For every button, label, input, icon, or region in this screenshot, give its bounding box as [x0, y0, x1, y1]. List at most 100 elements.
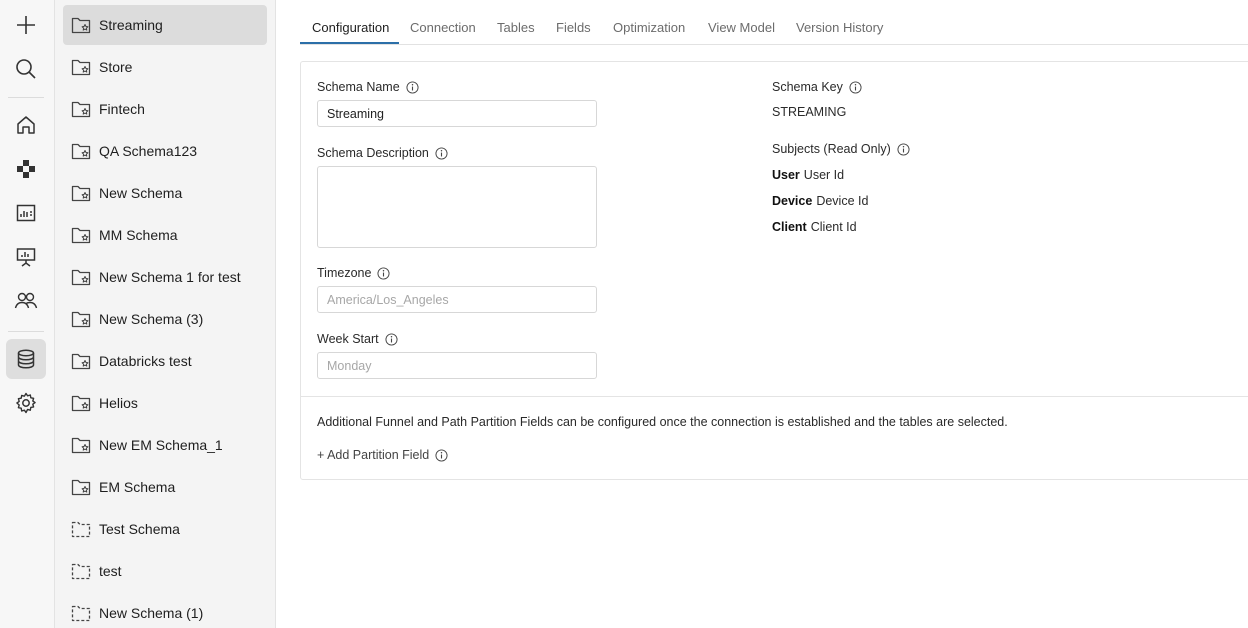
schema-list-item-label: New EM Schema_1 — [99, 437, 223, 453]
timezone-label-text: Timezone — [317, 266, 372, 280]
schema-list-item-label: Test Schema — [99, 521, 180, 537]
timezone-label: Timezone — [317, 266, 390, 280]
add-partition-field-label: + Add Partition Field — [317, 448, 430, 462]
schema-list-item[interactable]: Helios — [63, 383, 267, 423]
folder-star-icon — [71, 477, 91, 497]
users-icon[interactable] — [6, 281, 46, 321]
schema-list-item-label: MM Schema — [99, 227, 178, 243]
schema-list-item[interactable]: MM Schema — [63, 215, 267, 255]
schema-name-label-text: Schema Name — [317, 80, 400, 94]
schema-list-item-label: test — [99, 563, 122, 579]
subject-name: Device — [772, 194, 813, 208]
tab-version-history[interactable]: Version History — [796, 20, 883, 35]
timezone-input[interactable]: America/Los_Angeles — [317, 286, 597, 313]
folder-star-icon — [71, 141, 91, 161]
schema-name-input[interactable]: Streaming — [317, 100, 597, 127]
rail-divider — [8, 331, 44, 332]
schema-list-item[interactable]: Test Schema — [63, 509, 267, 549]
info-icon[interactable] — [377, 266, 390, 280]
schema-list-item[interactable]: Streaming — [63, 5, 267, 45]
schema-name-label: Schema Name — [317, 80, 419, 94]
schema-key-value: STREAMING — [772, 105, 847, 119]
dashboard-icon[interactable] — [6, 193, 46, 233]
schema-list-item[interactable]: New EM Schema_1 — [63, 425, 267, 465]
subjects-label-text: Subjects (Read Only) — [772, 142, 891, 156]
configuration-panel: Schema Name Streaming Schema Description… — [300, 61, 1248, 480]
schema-list-item-label: Databricks test — [99, 353, 192, 369]
subject-row: User User Id — [772, 168, 844, 182]
schema-key-label-text: Schema Key — [772, 80, 843, 94]
folder-star-icon — [71, 57, 91, 77]
subjects-label: Subjects (Read Only) — [772, 142, 910, 156]
schema-list-item-label: Fintech — [99, 101, 145, 117]
presentation-icon[interactable] — [6, 237, 46, 277]
tab-bar: Configuration Connection Tables Fields O… — [300, 0, 1248, 45]
schema-list-item-label: Helios — [99, 395, 138, 411]
schema-description-textarea[interactable] — [317, 166, 597, 248]
tab-view-model[interactable]: View Model — [708, 20, 775, 35]
info-icon[interactable] — [849, 80, 862, 94]
week-start-label: Week Start — [317, 332, 398, 346]
info-icon[interactable] — [897, 142, 910, 156]
tab-configuration[interactable]: Configuration — [312, 20, 389, 35]
subject-row: Client Client Id — [772, 220, 857, 234]
rail-divider — [8, 97, 44, 98]
subject-name: User — [772, 168, 800, 182]
schema-list-item-label: New Schema (1) — [99, 605, 204, 621]
folder-star-icon — [71, 435, 91, 455]
week-start-label-text: Week Start — [317, 332, 379, 346]
schema-description-label: Schema Description — [317, 146, 448, 160]
subject-id: Client Id — [810, 220, 857, 234]
folder-star-icon — [71, 99, 91, 119]
folder-dashed-icon — [71, 603, 91, 623]
plus-icon[interactable] — [6, 5, 46, 45]
subject-row: Device Device Id — [772, 194, 868, 208]
subject-name: Client — [772, 220, 807, 234]
icon-rail — [0, 0, 55, 628]
schema-list-item-label: Streaming — [99, 17, 163, 33]
folder-star-icon — [71, 309, 91, 329]
schema-list-item[interactable]: QA Schema123 — [63, 131, 267, 171]
add-partition-field-button[interactable]: + Add Partition Field — [317, 448, 448, 462]
schema-list-item[interactable]: Store — [63, 47, 267, 87]
schema-list-item[interactable]: New Schema (3) — [63, 299, 267, 339]
schema-list-item[interactable]: New Schema 1 for test — [63, 257, 267, 297]
folder-star-icon — [71, 351, 91, 371]
week-start-input[interactable]: Monday — [317, 352, 597, 379]
schema-list-item[interactable]: test — [63, 551, 267, 591]
active-tab-indicator — [300, 42, 399, 44]
info-icon[interactable] — [406, 80, 419, 94]
schema-list-item-label: New Schema — [99, 185, 183, 201]
tab-fields[interactable]: Fields — [556, 20, 591, 35]
schema-list-item[interactable]: Databricks test — [63, 341, 267, 381]
tab-optimization[interactable]: Optimization — [613, 20, 685, 35]
tab-connection[interactable]: Connection — [410, 20, 476, 35]
search-icon[interactable] — [6, 49, 46, 89]
schema-list-item[interactable]: New Schema — [63, 173, 267, 213]
folder-star-icon — [71, 15, 91, 35]
schema-list-item[interactable]: EM Schema — [63, 467, 267, 507]
info-icon[interactable] — [435, 448, 448, 462]
schema-list-item[interactable]: New Schema (1) — [63, 593, 267, 628]
folder-star-icon — [71, 225, 91, 245]
tab-tables[interactable]: Tables — [497, 20, 535, 35]
info-icon[interactable] — [435, 146, 448, 160]
panel-divider — [301, 396, 1248, 397]
home-icon[interactable] — [6, 105, 46, 145]
folder-dashed-icon — [71, 561, 91, 581]
database-icon[interactable] — [6, 339, 46, 379]
schema-list-item-label: New Schema (3) — [99, 311, 204, 327]
grid-icon[interactable] — [6, 149, 46, 189]
folder-star-icon — [71, 393, 91, 413]
schema-list-item[interactable]: Fintech — [63, 89, 267, 129]
schema-list: Streaming Store Fintech QA Schema123 New Sch… — [55, 0, 276, 628]
schema-description-label-text: Schema Description — [317, 146, 429, 160]
gear-icon[interactable] — [6, 383, 46, 423]
info-icon[interactable] — [385, 332, 398, 346]
schema-list-item-label: New Schema 1 for test — [99, 269, 241, 285]
schema-list-item-label: Store — [99, 59, 133, 75]
subject-id: User Id — [803, 168, 845, 182]
schema-list-item-label: QA Schema123 — [99, 143, 198, 159]
folder-star-icon — [71, 267, 91, 287]
schema-list-item-label: EM Schema — [99, 479, 176, 495]
